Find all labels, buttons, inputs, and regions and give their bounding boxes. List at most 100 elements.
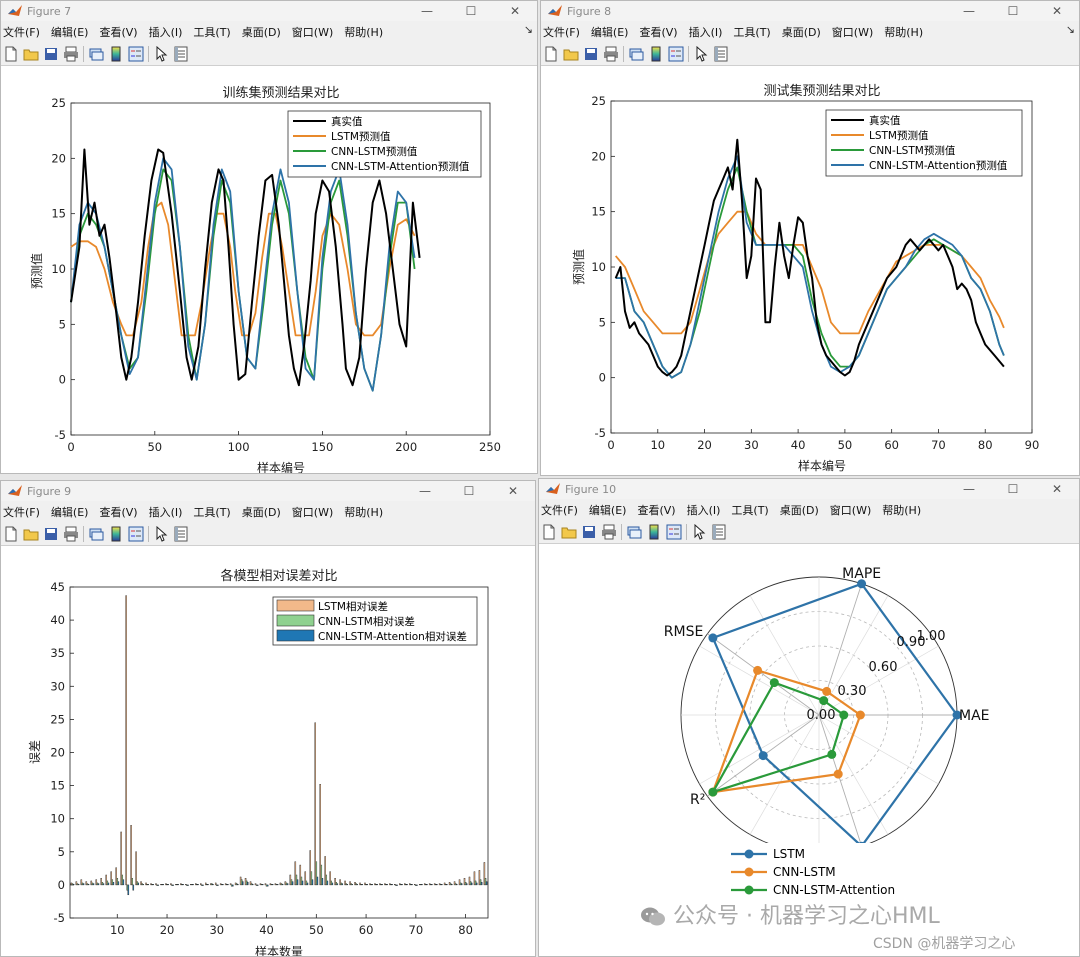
print-icon[interactable] bbox=[63, 46, 79, 62]
menu-window[interactable]: 窗口(W) bbox=[830, 502, 871, 518]
menu-file[interactable]: 文件(F) bbox=[3, 504, 40, 520]
maximize-button[interactable]: ☐ bbox=[447, 481, 491, 501]
menu-desktop[interactable]: 桌面(D) bbox=[780, 502, 819, 518]
legend[interactable]: 真实值 LSTM预测值 CNN-LSTM预测值 CNN-LSTM-Attenti… bbox=[287, 110, 482, 178]
dock-arrow-icon[interactable]: ↘ bbox=[524, 23, 533, 36]
legend-icon[interactable] bbox=[668, 46, 684, 62]
property-inspector-icon[interactable] bbox=[711, 524, 727, 540]
menu-desktop[interactable]: 桌面(D) bbox=[242, 24, 281, 40]
menu-help[interactable]: 帮助(H) bbox=[882, 502, 921, 518]
toolbar-separator bbox=[148, 526, 149, 542]
link-icon[interactable] bbox=[88, 46, 104, 62]
pointer-icon[interactable] bbox=[691, 524, 707, 540]
bar-cnn-lstm-attention bbox=[222, 884, 224, 886]
menu-view[interactable]: 查看(V) bbox=[639, 24, 677, 40]
x-tick-label: 20 bbox=[160, 923, 175, 937]
menu-window[interactable]: 窗口(W) bbox=[292, 504, 333, 520]
close-button[interactable]: ✕ bbox=[493, 1, 537, 21]
colorbar-icon[interactable] bbox=[646, 524, 662, 540]
menu-tools[interactable]: 工具(T) bbox=[193, 504, 230, 520]
dock-arrow-icon[interactable]: ↘ bbox=[1066, 23, 1075, 36]
menu-insert[interactable]: 插入(I) bbox=[149, 24, 183, 40]
menu-file[interactable]: 文件(F) bbox=[3, 24, 40, 40]
menu-edit[interactable]: 编辑(E) bbox=[591, 24, 629, 40]
bar-cnn-lstm-attention bbox=[336, 883, 339, 886]
print-icon[interactable] bbox=[63, 526, 79, 542]
print-icon[interactable] bbox=[601, 524, 617, 540]
close-button[interactable]: ✕ bbox=[491, 481, 535, 501]
menu-desktop[interactable]: 桌面(D) bbox=[242, 504, 281, 520]
minimize-button[interactable]: — bbox=[947, 1, 991, 21]
menu-file[interactable]: 文件(F) bbox=[543, 24, 580, 40]
close-button[interactable]: ✕ bbox=[1035, 1, 1079, 21]
legend-icon[interactable] bbox=[128, 46, 144, 62]
link-icon[interactable] bbox=[628, 46, 644, 62]
legend-marker-attn bbox=[744, 885, 754, 895]
pointer-icon[interactable] bbox=[153, 46, 169, 62]
menu-help[interactable]: 帮助(H) bbox=[344, 504, 383, 520]
legend[interactable]: 真实值 LSTM预测值 CNN-LSTM预测值 CNN-LSTM-Attenti… bbox=[825, 109, 1023, 177]
minimize-button[interactable]: — bbox=[947, 479, 991, 499]
property-inspector-icon[interactable] bbox=[173, 46, 189, 62]
legend-icon[interactable] bbox=[128, 526, 144, 542]
figure-8-titlebar[interactable]: Figure 8 — ☐ ✕ bbox=[541, 1, 1079, 21]
menu-window[interactable]: 窗口(W) bbox=[832, 24, 873, 40]
menu-help[interactable]: 帮助(H) bbox=[344, 24, 383, 40]
legend[interactable]: LSTM相对误差 CNN-LSTM相对误差 CNN-LSTM-Attention… bbox=[272, 596, 478, 646]
figure-9-titlebar[interactable]: Figure 9 — ☐ ✕ bbox=[1, 481, 535, 501]
x-tick-label: 10 bbox=[110, 923, 125, 937]
new-file-icon[interactable] bbox=[3, 46, 19, 62]
link-icon[interactable] bbox=[626, 524, 642, 540]
maximize-button[interactable]: ☐ bbox=[449, 1, 493, 21]
print-icon[interactable] bbox=[603, 46, 619, 62]
bar-cnn-lstm-attention bbox=[137, 882, 140, 886]
save-icon[interactable] bbox=[43, 526, 59, 542]
save-icon[interactable] bbox=[583, 46, 599, 62]
colorbar-icon[interactable] bbox=[108, 46, 124, 62]
figure-7-titlebar[interactable]: Figure 7 — ☐ ✕ bbox=[1, 1, 537, 21]
menu-tools[interactable]: 工具(T) bbox=[731, 502, 768, 518]
minimize-button[interactable]: — bbox=[403, 481, 447, 501]
menu-insert[interactable]: 插入(I) bbox=[689, 24, 723, 40]
menu-tools[interactable]: 工具(T) bbox=[193, 24, 230, 40]
open-folder-icon[interactable] bbox=[23, 526, 39, 542]
maximize-button[interactable]: ☐ bbox=[991, 1, 1035, 21]
save-icon[interactable] bbox=[43, 46, 59, 62]
open-folder-icon[interactable] bbox=[563, 46, 579, 62]
legend[interactable]: LSTM CNN-LSTM CNN-LSTM-Attention bbox=[729, 843, 909, 897]
menu-insert[interactable]: 插入(I) bbox=[149, 504, 183, 520]
property-inspector-icon[interactable] bbox=[173, 526, 189, 542]
menu-desktop[interactable]: 桌面(D) bbox=[782, 24, 821, 40]
pointer-icon[interactable] bbox=[693, 46, 709, 62]
menu-tools[interactable]: 工具(T) bbox=[733, 24, 770, 40]
menu-view[interactable]: 查看(V) bbox=[637, 502, 675, 518]
new-file-icon[interactable] bbox=[541, 524, 557, 540]
open-folder-icon[interactable] bbox=[23, 46, 39, 62]
new-file-icon[interactable] bbox=[543, 46, 559, 62]
menu-file[interactable]: 文件(F) bbox=[541, 502, 578, 518]
bar-cnn-lstm-attention bbox=[381, 884, 383, 886]
pointer-icon[interactable] bbox=[153, 526, 169, 542]
colorbar-icon[interactable] bbox=[648, 46, 664, 62]
legend-icon[interactable] bbox=[666, 524, 682, 540]
close-button[interactable]: ✕ bbox=[1035, 479, 1079, 499]
colorbar-icon[interactable] bbox=[108, 526, 124, 542]
menu-edit[interactable]: 编辑(E) bbox=[589, 502, 627, 518]
new-file-icon[interactable] bbox=[3, 526, 19, 542]
minimize-button[interactable]: — bbox=[405, 1, 449, 21]
menu-help[interactable]: 帮助(H) bbox=[884, 24, 923, 40]
menu-view[interactable]: 查看(V) bbox=[99, 504, 137, 520]
bar-cnn-lstm-attention bbox=[237, 884, 239, 886]
y-tick-label: 0 bbox=[58, 878, 65, 892]
maximize-button[interactable]: ☐ bbox=[991, 479, 1035, 499]
menu-view[interactable]: 查看(V) bbox=[99, 24, 137, 40]
link-icon[interactable] bbox=[88, 526, 104, 542]
menu-edit[interactable]: 编辑(E) bbox=[51, 504, 89, 520]
menu-edit[interactable]: 编辑(E) bbox=[51, 24, 89, 40]
property-inspector-icon[interactable] bbox=[713, 46, 729, 62]
figure-10-titlebar[interactable]: Figure 10 — ☐ ✕ bbox=[539, 479, 1079, 499]
menu-window[interactable]: 窗口(W) bbox=[292, 24, 333, 40]
save-icon[interactable] bbox=[581, 524, 597, 540]
open-folder-icon[interactable] bbox=[561, 524, 577, 540]
menu-insert[interactable]: 插入(I) bbox=[687, 502, 721, 518]
